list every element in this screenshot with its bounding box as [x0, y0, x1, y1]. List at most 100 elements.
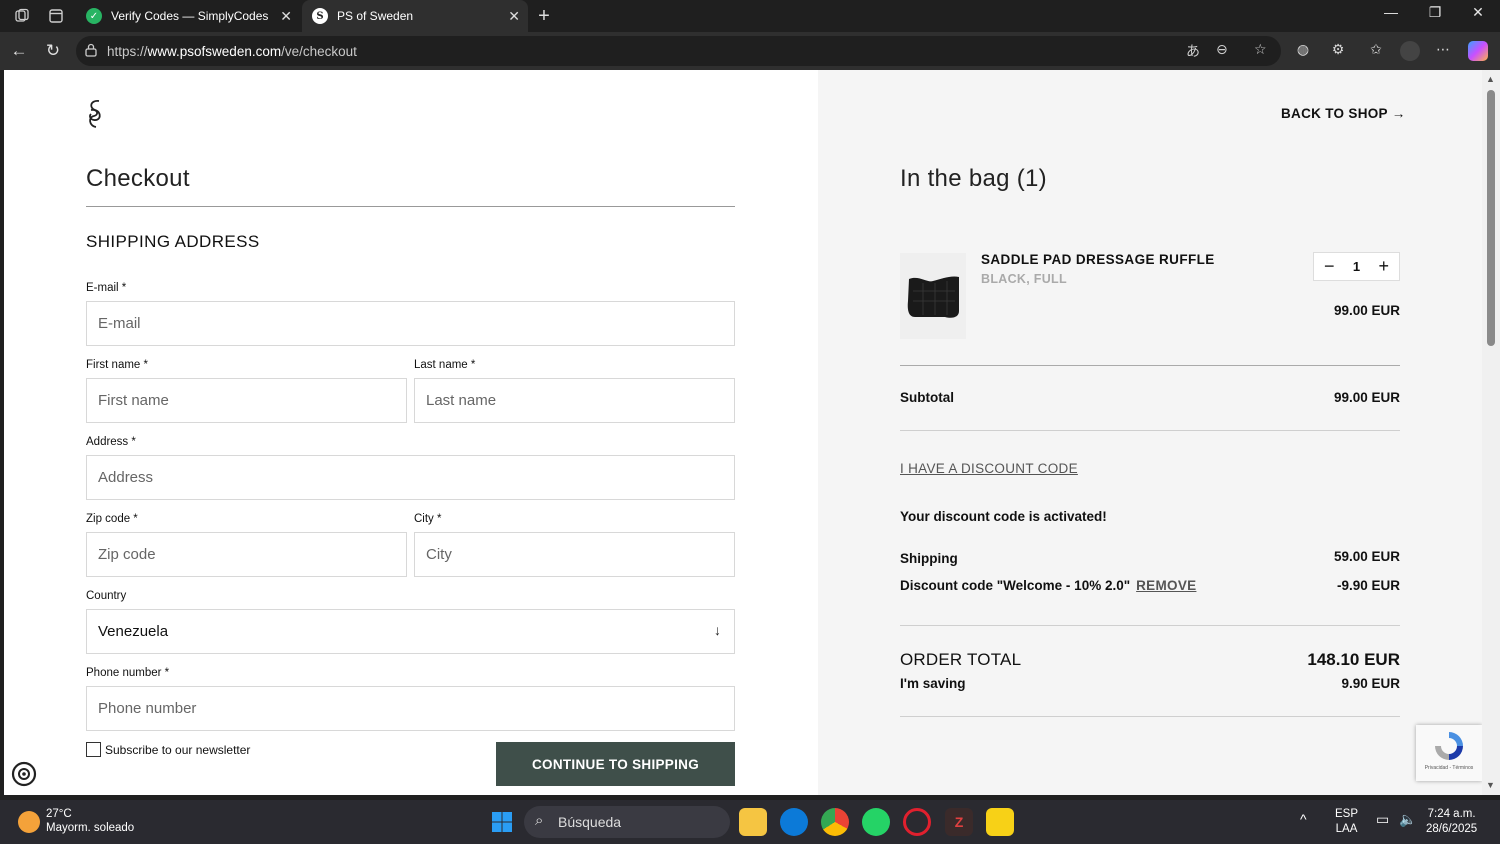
window-close-icon[interactable]: ✕: [1463, 4, 1493, 21]
taskbar-search[interactable]: ⌕ Búsqueda: [524, 806, 730, 838]
refresh-icon[interactable]: ↻: [42, 41, 64, 61]
shipping-label: Shipping: [900, 551, 958, 566]
chrome-icon[interactable]: [821, 808, 849, 836]
url-path: /ve/checkout: [281, 43, 357, 59]
remove-discount-link[interactable]: REMOVE: [1136, 578, 1196, 593]
section-title: SHIPPING ADDRESS: [86, 232, 260, 251]
close-tab-icon[interactable]: ✕: [508, 8, 520, 25]
city-field[interactable]: City: [414, 532, 735, 577]
url-host: www.psofsweden.com: [147, 43, 282, 59]
page-title: Checkout: [86, 165, 190, 192]
scroll-up-icon[interactable]: ▲: [1486, 74, 1495, 84]
discount-code-link[interactable]: I HAVE A DISCOUNT CODE: [900, 461, 1078, 476]
last-name-field[interactable]: Last name: [414, 378, 735, 423]
tab-ps-of-sweden[interactable]: S PS of Sweden ✕: [302, 0, 528, 32]
close-tab-icon[interactable]: ✕: [280, 8, 292, 25]
url-prefix: https://: [107, 43, 148, 59]
discount-line: Discount code "Welcome - 10% 2.0" REMOVE: [900, 578, 1196, 593]
email-label: E-mail *: [86, 282, 127, 294]
scroll-down-icon[interactable]: ▼: [1486, 780, 1495, 790]
file-explorer-icon[interactable]: [739, 808, 767, 836]
minimize-icon[interactable]: —: [1376, 4, 1406, 20]
recaptcha-badge[interactable]: Privacidad - Términos: [1416, 725, 1482, 781]
recaptcha-icon: [1435, 732, 1463, 760]
newsletter-option[interactable]: Subscribe to our newsletter: [86, 742, 250, 757]
first-name-field[interactable]: First name: [86, 378, 407, 423]
sticky-notes-icon[interactable]: [986, 808, 1014, 836]
arrow-right-icon: →: [1391, 106, 1406, 121]
read-aloud-icon[interactable]: あ: [1186, 41, 1200, 61]
weather-condition: Mayorm. soleado: [46, 822, 135, 834]
country-value: Venezuela: [98, 623, 169, 640]
plus-icon[interactable]: +: [1378, 256, 1389, 277]
language: ESP: [1335, 808, 1359, 820]
discount-activated-message: Your discount code is activated!: [900, 509, 1107, 524]
divider: [86, 206, 735, 207]
tab-simplycodes[interactable]: ✓ Verify Codes — SimplyCodes ✕: [78, 0, 300, 32]
scroll-thumb[interactable]: [1487, 90, 1495, 346]
extensions-icon[interactable]: ⚙: [1328, 41, 1348, 61]
product-name[interactable]: SADDLE PAD DRESSAGE RUFFLE: [981, 252, 1215, 267]
page-scrollbar[interactable]: ▲ ▼: [1482, 70, 1500, 795]
windows-taskbar: 27°C Mayorm. soleado ⌕ Búsqueda Z ^ ESP …: [0, 800, 1500, 844]
back-to-shop-link[interactable]: BACK TO SHOP →: [1281, 106, 1406, 121]
discount-line-label: Discount code "Welcome - 10% 2.0": [900, 578, 1131, 593]
divider: [900, 716, 1400, 717]
profile-avatar[interactable]: [1400, 41, 1420, 61]
phone-label: Phone number *: [86, 667, 170, 679]
arrow-down-icon: ↓: [714, 622, 721, 638]
newsletter-checkbox[interactable]: [86, 742, 101, 757]
phone-field[interactable]: Phone number: [86, 686, 735, 731]
ps-favicon-icon: S: [312, 8, 328, 24]
edge-icon[interactable]: [780, 808, 808, 836]
product-image: [900, 253, 966, 339]
ps-of-sweden-logo[interactable]: [84, 98, 106, 130]
simplycodes-favicon-icon: ✓: [86, 8, 102, 24]
windows-start-icon[interactable]: [488, 808, 516, 836]
network-icon[interactable]: ▭: [1376, 812, 1389, 827]
more-tools-icon[interactable]: ⊖: [1216, 41, 1228, 58]
back-icon[interactable]: ←: [8, 41, 30, 61]
opera-icon[interactable]: [903, 808, 931, 836]
new-tab-icon[interactable]: +: [534, 5, 554, 27]
copilot-icon[interactable]: [1468, 41, 1488, 61]
email-field[interactable]: E-mail: [86, 301, 735, 346]
saddle-pad-image: [907, 276, 959, 318]
accessibility-widget-icon[interactable]: [10, 760, 38, 788]
show-hidden-icons-icon[interactable]: ^: [1300, 812, 1307, 827]
tab-actions-icon[interactable]: [46, 6, 66, 26]
language-indicator[interactable]: ESP LAA: [1335, 807, 1358, 837]
browser-tab-bar: ✓ Verify Codes — SimplyCodes ✕ S PS of S…: [0, 0, 1500, 32]
workspaces-icon[interactable]: [12, 6, 32, 26]
volume-icon[interactable]: 🔈: [1399, 812, 1416, 827]
restore-icon[interactable]: ❐: [1420, 4, 1450, 21]
date: 28/6/2025: [1426, 823, 1478, 835]
weather-widget[interactable]: 27°C Mayorm. soleado: [46, 807, 134, 835]
url-bar[interactable]: https://www.psofsweden.com/ve/checkout あ…: [76, 36, 1281, 66]
minus-icon[interactable]: −: [1324, 256, 1335, 277]
product-price: 99.00 EUR: [1333, 303, 1400, 318]
favorite-star-icon[interactable]: ☆: [1254, 41, 1267, 58]
divider: [900, 430, 1400, 431]
whatsapp-icon[interactable]: [862, 808, 890, 836]
divider: [900, 365, 1400, 366]
country-select[interactable]: Venezuela ↓: [86, 609, 735, 654]
clock[interactable]: 7:24 a.m. 28/6/2025: [1426, 807, 1477, 837]
search-icon: ⌕: [535, 812, 544, 829]
weather-sun-icon[interactable]: [18, 811, 40, 833]
time: 7:24 a.m.: [1427, 808, 1476, 820]
saving-value: 9.90 EUR: [1341, 676, 1400, 691]
favorites-icon[interactable]: ✩: [1366, 41, 1386, 61]
settings-more-icon[interactable]: ⋯: [1433, 41, 1453, 61]
shipping-value: 59.00 EUR: [1333, 549, 1400, 564]
extension-globe-icon[interactable]: ◍: [1293, 41, 1313, 61]
address-field[interactable]: Address: [86, 455, 735, 500]
temperature: 27°C: [46, 808, 72, 820]
order-total-value: 148.10 EUR: [1307, 650, 1400, 669]
recaptcha-text: Privacidad - Términos: [1424, 765, 1474, 771]
quantity-stepper: − 1 +: [1313, 252, 1400, 281]
continue-to-shipping-button[interactable]: CONTINUE TO SHIPPING: [496, 742, 735, 786]
winrar-icon[interactable]: Z: [945, 808, 973, 836]
zip-field[interactable]: Zip code: [86, 532, 407, 577]
tab-title: Verify Codes — SimplyCodes: [111, 9, 269, 23]
